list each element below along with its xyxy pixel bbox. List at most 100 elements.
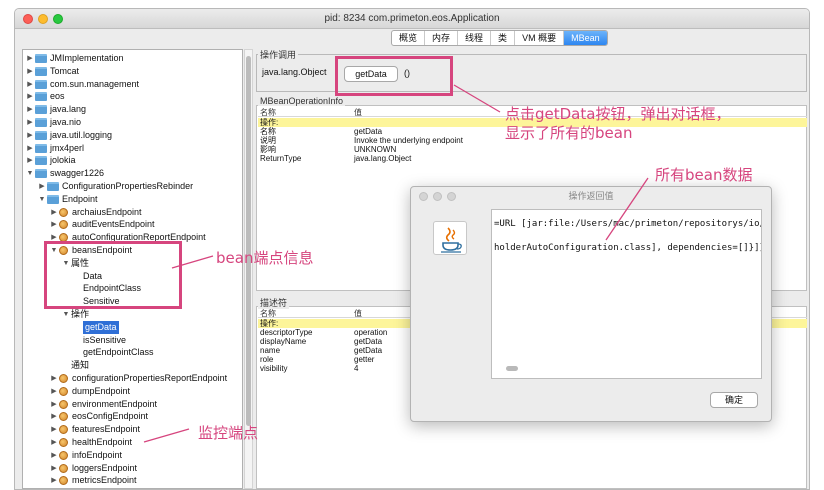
collapsed-arrow-icon[interactable]: ▶ <box>37 180 47 193</box>
tab-4[interactable]: VM 概要 <box>515 31 565 45</box>
collapsed-arrow-icon[interactable]: ▶ <box>49 436 59 449</box>
column-header: 名称 <box>260 108 276 117</box>
collapsed-arrow-icon[interactable]: ▶ <box>49 449 59 462</box>
bean-icon <box>59 386 68 396</box>
collapsed-arrow-icon[interactable]: ▶ <box>25 129 35 142</box>
table-row[interactable]: ReturnType java.lang.Object <box>258 154 807 163</box>
collapsed-arrow-icon[interactable]: ▶ <box>49 462 59 475</box>
tree-node-label: auditEventsEndpoint <box>72 219 155 230</box>
tree-scrollbar-thumb[interactable] <box>246 56 251 426</box>
collapsed-arrow-icon[interactable]: ▶ <box>25 65 35 78</box>
tree-node[interactable]: ▶ java.util.logging <box>25 129 112 142</box>
collapsed-arrow-icon[interactable]: ▶ <box>49 218 59 231</box>
tree-node[interactable]: ▶ ConfigurationPropertiesRebinder <box>37 180 193 193</box>
collapsed-arrow-icon[interactable]: ▶ <box>25 78 35 91</box>
tree-node-label: eosConfigEndpoint <box>72 411 149 422</box>
tree-node[interactable]: getData <box>73 320 119 334</box>
tab-3[interactable]: 类 <box>491 31 516 45</box>
row-name: descriptorType <box>260 328 313 337</box>
tree-node-label: 通知 <box>71 360 90 371</box>
tree-node[interactable]: ▶ metricsEndpoint <box>49 474 137 487</box>
row-value: getData <box>354 337 383 346</box>
collapsed-arrow-icon[interactable]: ▶ <box>25 154 35 167</box>
annotation-click-getdata-line1: 点击getData按钮，弹出对话框， <box>505 105 731 123</box>
folder-icon <box>35 169 47 179</box>
table-row[interactable]: 影响 UNKNOWN <box>258 145 807 154</box>
tree-node[interactable]: ▼ swagger1226 <box>25 167 104 180</box>
folder-icon <box>35 79 47 89</box>
tree-node-label: Endpoint <box>62 193 98 204</box>
return-value-scrollbar[interactable] <box>498 366 758 372</box>
bean-icon <box>59 450 68 460</box>
tab-2[interactable]: 线程 <box>458 31 492 45</box>
beans-endpoint-highlight-box <box>44 241 182 309</box>
invoke-panel-label: 操作调用 <box>258 48 299 61</box>
descriptor-label: 描述符 <box>258 296 290 309</box>
return-value-scrollbar-thumb[interactable] <box>506 366 518 371</box>
collapsed-arrow-icon[interactable]: ▶ <box>25 116 35 129</box>
folder-icon <box>35 105 47 115</box>
tree-node[interactable]: 通知 <box>61 359 89 372</box>
tree-node[interactable]: ▶ featuresEndpoint <box>49 423 140 436</box>
collapsed-arrow-icon[interactable]: ▶ <box>25 90 35 103</box>
tree-node[interactable]: ▼ Endpoint <box>37 193 98 206</box>
row-name: displayName <box>260 337 307 346</box>
folder-icon <box>35 118 47 127</box>
tree-node[interactable]: ▶ java.nio <box>25 116 81 129</box>
folder-icon <box>35 130 47 140</box>
tree-node[interactable]: ▼ 操作 <box>61 308 89 321</box>
bean-icon <box>59 412 68 422</box>
collapsed-arrow-icon[interactable]: ▶ <box>25 103 35 116</box>
collapsed-arrow-icon[interactable]: ▶ <box>25 52 35 65</box>
tree-node[interactable]: isSensitive <box>73 334 126 347</box>
tree-node[interactable]: ▶ auditEventsEndpoint <box>49 218 155 231</box>
tree-node[interactable]: ▶ dumpEndpoint <box>49 385 130 398</box>
tree-node-label: jolokia <box>50 155 76 166</box>
tree-node[interactable]: ▶ eosConfigEndpoint <box>49 410 148 423</box>
collapsed-arrow-icon[interactable]: ▶ <box>49 474 59 487</box>
collapsed-arrow-icon[interactable]: ▶ <box>49 398 59 411</box>
return-value-line: holderAutoConfiguration.class], dependen… <box>494 243 762 253</box>
java-cup-icon <box>433 221 467 255</box>
tree-node[interactable]: getEndpointClass <box>73 346 154 359</box>
tab-1[interactable]: 内存 <box>425 31 459 45</box>
tree-node[interactable]: ▶ jolokia <box>25 154 76 167</box>
tree-node[interactable]: ▶ com.sun.management <box>25 78 139 91</box>
tab-group: 概览 内存 线程类 VM 概要 MBean <box>391 30 608 46</box>
tree-node[interactable]: ▶ archaiusEndpoint <box>49 206 142 219</box>
expanded-arrow-icon[interactable]: ▼ <box>61 308 71 321</box>
tree-node-label: java.util.logging <box>50 129 113 140</box>
return-value-dialog: 操作返回值 =URL [jar:file:/Users/mac/primeton… <box>410 186 772 422</box>
row-name: 影响 <box>260 145 276 154</box>
tab-0[interactable]: 概览 <box>392 31 426 45</box>
ok-button[interactable]: 确定 <box>710 392 758 408</box>
folder-icon <box>47 194 59 204</box>
tree-node[interactable]: ▶ loggersEndpoint <box>49 462 137 475</box>
collapsed-arrow-icon[interactable]: ▶ <box>49 385 59 398</box>
annotation-click-getdata-line2: 显示了所有的bean <box>505 124 633 142</box>
tree-node[interactable]: ▶ configurationPropertiesReportEndpoint <box>49 372 227 385</box>
collapsed-arrow-icon[interactable]: ▶ <box>49 423 59 436</box>
tree-node[interactable]: ▶ environmentEndpoint <box>49 398 157 411</box>
tree-node[interactable]: ▶ Tomcat <box>25 65 79 78</box>
tree-node[interactable]: ▶ java.lang <box>25 103 86 116</box>
collapsed-arrow-icon[interactable]: ▶ <box>49 206 59 219</box>
collapsed-arrow-icon[interactable]: ▶ <box>49 372 59 385</box>
tree-node[interactable]: ▶ healthEndpoint <box>49 436 132 449</box>
expanded-arrow-icon[interactable]: ▼ <box>37 193 47 206</box>
expanded-arrow-icon[interactable]: ▼ <box>25 167 35 180</box>
column-header: 值 <box>354 309 362 318</box>
return-value-text[interactable]: =URL [jar:file:/Users/mac/primeton/repos… <box>491 209 762 379</box>
collapsed-arrow-icon[interactable]: ▶ <box>25 142 35 155</box>
collapsed-arrow-icon[interactable]: ▶ <box>49 410 59 423</box>
tree-node[interactable]: ▶ infoEndpoint <box>49 449 122 462</box>
title-bar[interactable]: pid: 8234 com.primeton.eos.Application <box>15 9 809 29</box>
row-value: operation <box>354 328 388 337</box>
annotation-bean-endpoint-info: bean端点信息 <box>216 249 314 267</box>
tree-node[interactable]: ▶ JMImplementation <box>25 52 124 65</box>
tab-5[interactable]: MBean <box>564 31 607 45</box>
tree-node[interactable]: ▶ eos <box>25 90 65 103</box>
tree-node[interactable]: ▶ jmx4perl <box>25 142 84 155</box>
row-name: 名称 <box>260 127 276 136</box>
window-title: pid: 8234 com.primeton.eos.Application <box>324 13 500 24</box>
